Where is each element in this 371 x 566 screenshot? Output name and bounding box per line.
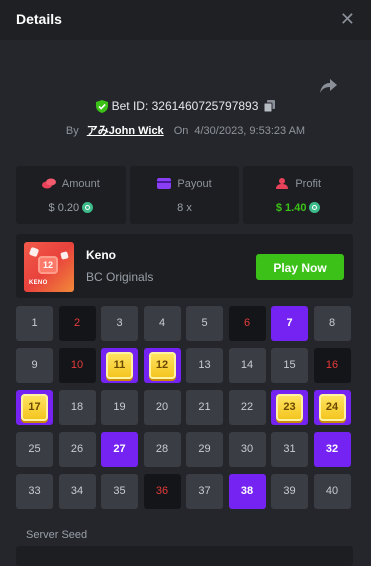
stat-amount-value: $ 0.20: [48, 202, 80, 214]
keno-cell-4: 4: [143, 306, 181, 341]
keno-cell-16: 16: [313, 348, 351, 383]
keno-cell-22: 22: [228, 390, 266, 425]
keno-cell-23: 23: [271, 390, 308, 425]
keno-cell-24: 24: [313, 390, 351, 425]
keno-cell-14: 14: [228, 348, 266, 383]
keno-cell-27: 27: [101, 432, 138, 467]
stat-amount: Amount $ 0.20: [16, 166, 126, 224]
keno-hit-tile: 12: [148, 352, 176, 379]
keno-cell-19: 19: [101, 390, 138, 425]
bet-meta-row: By アみJohn Wick On 4/30/2023, 9:53:23 AM: [0, 122, 371, 138]
card-icon: [157, 178, 172, 189]
keno-cell-25: 25: [16, 432, 53, 467]
keno-cell-38: 38: [228, 474, 266, 509]
user-icon: [276, 178, 289, 189]
bet-stats: Amount $ 0.20 Payout 8 x Profit $ 1.40: [16, 166, 354, 224]
bcd-coin-icon: [309, 202, 321, 213]
keno-cell-32: 32: [313, 432, 351, 467]
keno-cell-36: 36: [143, 474, 181, 509]
close-icon[interactable]: ✕: [340, 9, 355, 29]
keno-cell-40: 40: [313, 474, 351, 509]
game-name: Keno: [86, 248, 116, 262]
details-panel: Details ✕ Bet ID: 3261460725797893 By アみJ…: [0, 0, 371, 566]
keno-cell-21: 21: [186, 390, 223, 425]
thumb-label: KENO: [29, 280, 48, 286]
keno-cell-1: 1: [16, 306, 53, 341]
stat-profit-value: $ 1.40: [275, 202, 307, 214]
keno-cell-29: 29: [186, 432, 223, 467]
keno-cell-10: 10: [58, 348, 96, 383]
keno-cell-33: 33: [16, 474, 53, 509]
bet-datetime: 4/30/2023, 9:53:23 AM: [194, 125, 306, 137]
play-now-button[interactable]: Play Now: [256, 254, 344, 280]
by-label: By: [65, 125, 79, 137]
keno-cell-6: 6: [228, 306, 266, 341]
keno-cell-28: 28: [143, 432, 181, 467]
panel-header: Details ✕: [0, 0, 371, 40]
on-label: On: [173, 125, 189, 137]
game-category: BC Originals: [86, 270, 154, 284]
coins-icon: [41, 178, 56, 189]
keno-hit-tile: 17: [21, 394, 48, 421]
keno-cell-12: 12: [143, 348, 181, 383]
keno-hit-tile: 24: [318, 394, 346, 421]
keno-board: 1 2 3 4 5 6 7 8 9 10 11 12 13 14 15 16 17 18 19 20 21 22 23 24 2…: [16, 306, 353, 512]
keno-cell-18: 18: [58, 390, 96, 425]
keno-cell-37: 37: [186, 474, 223, 509]
bcd-coin-icon: [82, 202, 94, 213]
username-link[interactable]: アみJohn Wick: [87, 125, 164, 137]
keno-cell-17: 17: [16, 390, 53, 425]
keno-cell-39: 39: [271, 474, 308, 509]
stat-payout: Payout 8 x: [129, 166, 240, 224]
keno-cell-8: 8: [313, 306, 351, 341]
keno-cell-11: 11: [101, 348, 138, 383]
stat-payout-value: 8 x: [177, 202, 192, 214]
stat-profit-label: Profit: [295, 178, 322, 190]
keno-cell-7: 7: [271, 306, 308, 341]
server-seed-field: [16, 546, 353, 566]
stat-amount-label: Amount: [61, 178, 100, 190]
server-seed-label: Server Seed: [26, 529, 88, 541]
keno-cell-31: 31: [271, 432, 308, 467]
keno-cell-3: 3: [101, 306, 138, 341]
game-card: 12 KENO Keno BC Originals Play Now: [16, 234, 353, 298]
keno-cell-30: 30: [228, 432, 266, 467]
share-icon[interactable]: [319, 76, 339, 96]
bet-id-row: Bet ID: 3261460725797893: [0, 99, 371, 113]
bet-id: Bet ID: 3261460725797893: [111, 99, 259, 113]
keno-cell-20: 20: [143, 390, 181, 425]
keno-hit-tile: 11: [106, 352, 133, 379]
stat-payout-label: Payout: [177, 178, 212, 190]
shield-check-icon: [95, 100, 108, 113]
keno-cell-5: 5: [186, 306, 223, 341]
keno-cell-35: 35: [101, 474, 138, 509]
keno-cell-9: 9: [16, 348, 53, 383]
stat-profit: Profit $ 1.40: [243, 166, 354, 224]
keno-cell-2: 2: [58, 306, 96, 341]
thumb-ball: 12: [38, 256, 58, 274]
keno-cell-13: 13: [186, 348, 223, 383]
keno-cell-34: 34: [58, 474, 96, 509]
keno-thumbnail[interactable]: 12 KENO: [24, 242, 74, 292]
keno-cell-15: 15: [271, 348, 308, 383]
keno-cell-26: 26: [58, 432, 96, 467]
keno-hit-tile: 23: [276, 394, 303, 421]
copy-icon[interactable]: [264, 100, 276, 112]
panel-title: Details: [16, 11, 62, 27]
